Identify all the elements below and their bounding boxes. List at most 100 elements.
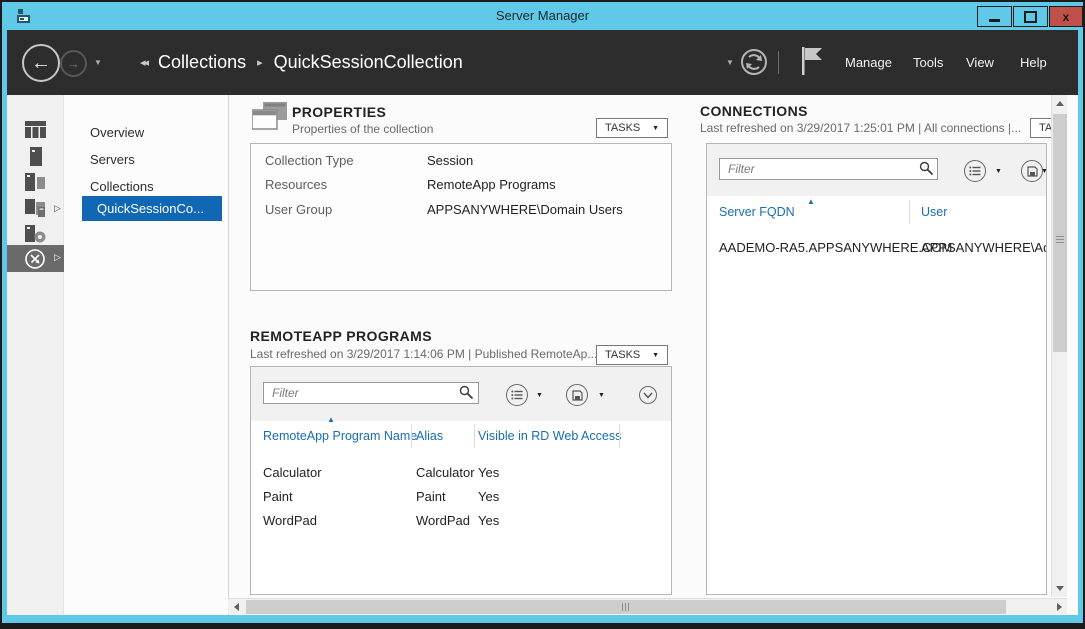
vertical-scrollbar[interactable] (1051, 95, 1067, 597)
remoteapp-save-button[interactable] (566, 384, 588, 406)
remoteapp-subtitle: Last refreshed on 3/29/2017 1:14:06 PM |… (250, 347, 597, 361)
back-arrow-icon: ← (31, 52, 51, 75)
remoteapp-panel: ▼ ▼ ▲ RemoteApp Program Name Alias Visib… (250, 366, 672, 595)
save-icon (572, 390, 583, 401)
scroll-up-button[interactable] (1052, 95, 1068, 111)
scroll-grip-icon (622, 603, 630, 611)
column-divider (909, 200, 910, 224)
menu-manage[interactable]: Manage (845, 30, 892, 95)
remoteapp-collapse-button[interactable] (639, 386, 657, 404)
remoteapp-list-view-button[interactable] (506, 384, 528, 406)
column-divider (619, 424, 620, 448)
scroll-down-button[interactable] (1052, 580, 1068, 596)
column-header-server-fqdn[interactable]: Server FQDN (719, 205, 795, 219)
refresh-dropdown-caret-icon[interactable]: ▼ (726, 58, 734, 67)
breadcrumb-back-chevrons-icon: ◂◂ (140, 56, 147, 69)
nav-divider (778, 51, 779, 74)
breadcrumb: ◂◂ Collections ▸ QuickSessionCollection (140, 30, 463, 95)
forward-button[interactable]: → (60, 50, 87, 77)
scroll-right-button[interactable] (1051, 599, 1067, 615)
subnav-item-servers[interactable]: Servers (90, 152, 135, 167)
save-caret-icon[interactable]: ▼ (1041, 168, 1047, 175)
menu-view[interactable]: View (966, 30, 994, 95)
list-view-caret-icon[interactable]: ▼ (995, 168, 1002, 175)
cell-alias: Paint (416, 489, 446, 504)
save-caret-icon[interactable]: ▼ (598, 392, 605, 399)
minimize-icon (989, 19, 1000, 22)
scroll-left-icon (234, 603, 239, 611)
history-dropdown-caret-icon[interactable]: ▼ (94, 58, 102, 67)
remoteapp-tasks-button[interactable]: TASKS ▼ (596, 345, 668, 365)
column-header-visible-rd-web[interactable]: Visible in RD Web Access (478, 429, 621, 443)
remoteapp-filter-input[interactable] (263, 382, 479, 404)
sidebar-item-dashboard[interactable] (25, 121, 46, 143)
notifications-flag-button[interactable] (798, 45, 824, 82)
cell-visible: Yes (478, 513, 499, 528)
connections-list-view-button[interactable] (964, 160, 986, 182)
sidebar-item-all-servers[interactable] (25, 173, 46, 196)
expand-rds-icon[interactable]: ▷ (54, 252, 61, 263)
property-label: Collection Type (265, 153, 354, 168)
horizontal-scrollbar[interactable] (228, 598, 1067, 614)
properties-icon (252, 102, 288, 137)
connections-title: CONNECTIONS (700, 103, 808, 119)
subnav-item-overview[interactable]: Overview (90, 125, 144, 140)
back-button[interactable]: ← (22, 44, 60, 82)
cell-user: APPSANYWHERE\Adminis (921, 240, 1047, 255)
chevron-down-icon (643, 392, 653, 399)
property-value: Session (427, 153, 473, 168)
connections-filter-input[interactable] (719, 158, 938, 180)
menu-tools[interactable]: Tools (913, 30, 943, 95)
forward-arrow-icon: → (67, 56, 80, 71)
breadcrumb-separator-icon: ▸ (257, 56, 263, 69)
expand-file-storage-icon[interactable]: ▷ (54, 203, 61, 214)
sidebar-item-file-and-storage-services[interactable] (25, 199, 47, 223)
breadcrumb-collections[interactable]: Collections (158, 52, 246, 73)
connections-tasks-button[interactable]: TASKS ▼ (1030, 118, 1051, 138)
cell-program-name: WordPad (263, 513, 317, 528)
property-label: User Group (265, 202, 332, 217)
connections-save-button[interactable] (1021, 160, 1043, 182)
column-header-user[interactable]: User (921, 205, 947, 219)
subnav-item-quicksessioncollection-selected[interactable]: QuickSessionCo... (82, 196, 222, 221)
column-header-remoteapp-program-name[interactable]: RemoteApp Program Name (263, 429, 417, 443)
minimize-button[interactable] (977, 6, 1012, 27)
column-header-alias[interactable]: Alias (416, 429, 443, 443)
properties-tasks-button[interactable]: TASKS ▼ (596, 118, 668, 138)
scroll-left-button[interactable] (228, 599, 244, 615)
role-icon-strip: ▷ ▷ (7, 95, 64, 615)
column-divider (411, 424, 412, 448)
property-label: Resources (265, 177, 327, 192)
refresh-button[interactable] (740, 48, 768, 81)
window-frame-bottom (2, 615, 1083, 623)
properties-title: PROPERTIES (292, 104, 386, 120)
sidebar-item-remote-desktop-services-selected[interactable]: ▷ (7, 245, 64, 272)
window-frame-right (1078, 30, 1083, 623)
sort-ascending-icon: ▲ (327, 415, 335, 424)
maximize-button[interactable] (1013, 6, 1048, 27)
list-icon (511, 390, 523, 400)
connections-tasks-clip: TASKS ▼ (1030, 118, 1051, 138)
scroll-right-icon (1057, 603, 1062, 611)
tasks-caret-icon: ▼ (652, 352, 659, 359)
subnav-item-collections[interactable]: Collections (90, 179, 154, 194)
menu-help[interactable]: Help (1020, 30, 1047, 95)
navigation-bar: ← → ▼ ◂◂ Collections ▸ QuickSessionColle… (7, 30, 1078, 95)
connections-subtitle: Last refreshed on 3/29/2017 1:25:01 PM |… (700, 121, 1021, 135)
sidebar-item-local-server[interactable] (30, 147, 42, 171)
vertical-scroll-thumb[interactable] (1053, 114, 1067, 352)
scroll-down-icon (1056, 586, 1064, 591)
close-button[interactable]: x (1049, 6, 1083, 27)
cell-program-name: Paint (263, 489, 293, 504)
dashboard-icon (25, 121, 46, 138)
all-servers-icon (25, 173, 46, 191)
close-icon: x (1063, 11, 1070, 23)
breadcrumb-current-page: QuickSessionCollection (274, 52, 463, 73)
property-value: RemoteApp Programs (427, 177, 556, 192)
window-title: Server Manager (2, 2, 1083, 30)
scroll-up-icon (1056, 101, 1064, 106)
properties-subtitle: Properties of the collection (292, 122, 433, 136)
horizontal-scroll-thumb[interactable] (246, 600, 1006, 614)
local-server-icon (30, 147, 42, 166)
list-view-caret-icon[interactable]: ▼ (536, 392, 543, 399)
